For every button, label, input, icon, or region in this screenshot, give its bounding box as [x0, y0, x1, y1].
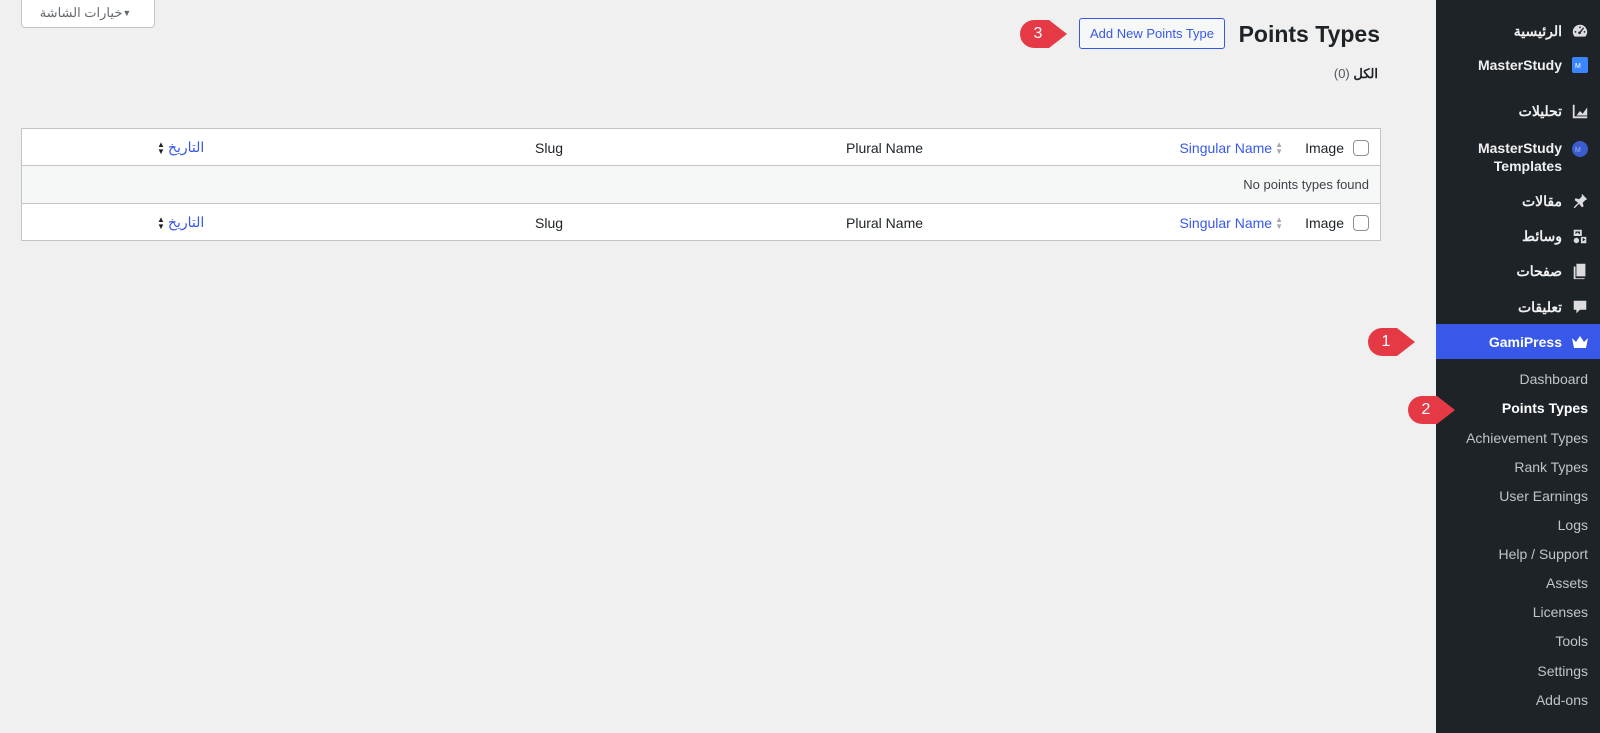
sidebar-item-label: مقالات [1521, 193, 1562, 209]
svg-text:M: M [1575, 63, 1581, 70]
submenu-user-earnings[interactable]: User Earnings [1499, 488, 1588, 504]
sidebar-item-label: MasterStudy [1477, 57, 1562, 73]
sidebar-item-analytics[interactable]: تحليلات [1436, 99, 1600, 123]
sidebar-item-pages[interactable]: صفحات [1436, 259, 1600, 283]
submenu-tools[interactable]: Tools [1555, 633, 1588, 649]
admin-sidebar: الرئيسية MasterStudy M تحليلات MasterStu… [1436, 0, 1600, 733]
sidebar-item-label: تحليلات [1518, 103, 1562, 119]
sort-arrows-icon: ▲ ▼ [1275, 214, 1283, 231]
sort-date-link[interactable]: التاريخ [168, 139, 204, 156]
submenu-rank-types[interactable]: Rank Types [1514, 459, 1588, 475]
column-image: Image [1305, 139, 1344, 156]
submenu-assets[interactable]: Assets [1546, 575, 1588, 591]
submenu-logs[interactable]: Logs [1558, 517, 1588, 533]
no-items-message: No points types found [1243, 177, 1369, 192]
view-all-link[interactable]: الكل [1353, 66, 1378, 81]
column-plural-name: Plural Name [846, 139, 924, 156]
sidebar-item-media[interactable]: وسائط [1436, 224, 1600, 248]
column-image: Image [1305, 214, 1344, 231]
caret-down-icon: ▼ [122, 7, 132, 18]
column-date[interactable]: ▲ ▼ التاريخ [154, 129, 204, 166]
sidebar-item-label: تعليقات [1517, 299, 1562, 315]
media-icon [1570, 226, 1590, 246]
submenu-help-support[interactable]: Help / Support [1499, 546, 1589, 562]
sidebar-item-masterstudy-templates[interactable]: MasterStudy Templates M [1436, 137, 1600, 177]
masterstudy-templates-icon: M [1570, 139, 1590, 159]
column-slug: Slug [535, 139, 564, 156]
submenu-settings[interactable]: Settings [1537, 663, 1588, 679]
sidebar-item-label: الرئيسية [1513, 23, 1562, 39]
sort-arrows-icon: ▲ ▼ [1275, 139, 1283, 156]
page-title: Points Types [1238, 21, 1380, 47]
sort-arrows-icon: ▲ ▼ [157, 214, 165, 231]
column-singular-name[interactable]: Singular Name ▲ ▼ [1179, 204, 1286, 241]
pin-icon [1570, 191, 1590, 211]
sidebar-item-label: وسائط [1522, 228, 1562, 244]
crown-icon [1570, 332, 1590, 352]
callout-number: 2 [1421, 401, 1431, 418]
table-empty-row: No points types found [22, 166, 1380, 203]
column-plural-name: Plural Name [846, 214, 924, 231]
callout-number: 3 [1033, 25, 1043, 42]
column-slug: Slug [535, 214, 564, 231]
svg-text:M: M [1575, 147, 1581, 154]
column-singular-name[interactable]: Singular Name ▲ ▼ [1179, 129, 1286, 166]
screen-options-label: خيارات الشاشة [39, 4, 123, 20]
select-all-checkbox-cell [1353, 204, 1369, 241]
select-all-checkbox-footer[interactable] [1353, 214, 1369, 231]
callout-number: 1 [1381, 333, 1391, 350]
dashboard-gauge-icon [1570, 21, 1590, 41]
analytics-chart-icon [1570, 101, 1590, 121]
screen-options-button[interactable]: خيارات الشاشة ▼ [21, 0, 155, 28]
select-all-checkbox-cell [1353, 129, 1369, 166]
comment-bubble-icon [1570, 297, 1590, 317]
sidebar-item-home[interactable]: الرئيسية [1436, 19, 1600, 43]
pages-icon [1570, 261, 1590, 281]
table-header-row: Image Singular Name ▲ ▼ Plural Name Slug … [22, 129, 1380, 166]
submenu-add-ons[interactable]: Add-ons [1536, 692, 1588, 708]
masterstudy-logo-icon: M [1570, 55, 1590, 75]
sort-singular-name-link[interactable]: Singular Name [1179, 215, 1272, 231]
submenu-licenses[interactable]: Licenses [1533, 604, 1588, 620]
sort-date-link[interactable]: التاريخ [168, 214, 204, 231]
sort-arrows-icon: ▲ ▼ [157, 139, 165, 156]
submenu-points-types[interactable]: Points Types [1502, 400, 1588, 416]
add-new-points-type-button[interactable]: Add New Points Type [1079, 18, 1225, 49]
callout-marker-1: 1 [1367, 327, 1415, 357]
sidebar-item-comments[interactable]: تعليقات [1436, 295, 1600, 319]
callout-marker-3: 3 [1019, 19, 1067, 49]
submenu-dashboard[interactable]: Dashboard [1520, 371, 1589, 387]
sidebar-item-gamipress[interactable]: GamiPress [1436, 324, 1600, 359]
select-all-checkbox[interactable] [1353, 139, 1369, 156]
view-all-count: (0) [1333, 66, 1350, 81]
sidebar-item-label: MasterStudy Templates [1477, 140, 1562, 174]
sort-singular-name-link[interactable]: Singular Name [1179, 140, 1272, 156]
sidebar-item-masterstudy[interactable]: MasterStudy M [1436, 53, 1600, 77]
submenu-achievement-types[interactable]: Achievement Types [1466, 430, 1588, 446]
points-types-table: Image Singular Name ▲ ▼ Plural Name Slug … [21, 128, 1381, 241]
sidebar-item-posts[interactable]: مقالات [1436, 189, 1600, 213]
column-date[interactable]: ▲ ▼ التاريخ [154, 204, 204, 241]
sidebar-item-label: GamiPress [1488, 333, 1562, 350]
views-filter: الكل (0) [1334, 66, 1378, 82]
table-footer-row: Image Singular Name ▲ ▼ Plural Name Slug … [22, 203, 1380, 240]
sidebar-item-label: صفحات [1516, 263, 1562, 279]
callout-marker-2: 2 [1407, 395, 1455, 425]
